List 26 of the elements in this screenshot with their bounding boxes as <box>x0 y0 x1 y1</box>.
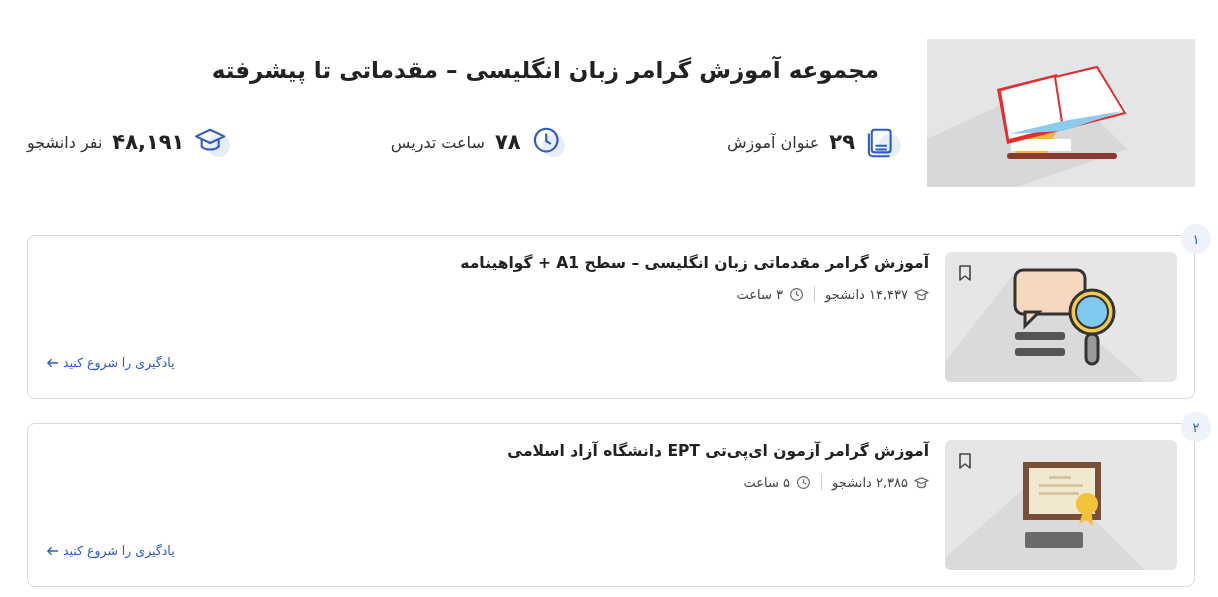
course-card[interactable]: آموزش گرامر مقدماتی زبان انگلیسی – سطح A1 + گواهینامه ۱۴,۴۳۷ دانشجو ۳ ساعت یادگیری را شروع کنید <box>27 235 1195 399</box>
stat-value: ۴۸,۱۹۱ <box>112 130 185 154</box>
start-learning-link[interactable]: یادگیری را شروع کنید <box>46 355 175 370</box>
stat-value: ۷۸ <box>494 130 521 154</box>
course-title[interactable]: آموزش گرامر مقدماتی زبان انگلیسی – سطح A1 + گواهینامه <box>46 254 929 272</box>
stat-label: عنوان آموزش <box>726 132 820 152</box>
collection-title: مجموعه آموزش گرامر زبان انگلیسی – مقدماتی تا پیشرفته <box>210 57 879 83</box>
stat-value: ۲۹ <box>829 130 855 154</box>
start-learning-link[interactable]: یادگیری را شروع کنید <box>46 543 175 558</box>
clock-icon <box>796 474 812 490</box>
bookmark-icon[interactable] <box>957 452 973 470</box>
course-number: ۲ <box>1181 412 1211 442</box>
course-title[interactable]: آموزش گرامر آزمون ای‌پی‌تی EPT دانشگاه آزاد اسلامی <box>46 442 929 460</box>
graduation-cap-icon <box>914 286 929 302</box>
course-duration: ۳ ساعت <box>736 286 784 302</box>
bookmark-icon[interactable] <box>957 264 973 282</box>
course-number: ۱ <box>1181 224 1211 254</box>
graduation-cap-icon <box>914 474 929 490</box>
arrow-left-icon <box>46 357 59 368</box>
stat-label: ساعت تدریس <box>390 132 485 152</box>
student-count: ۱۴,۴۳۷ دانشجو <box>825 286 908 302</box>
course-duration: ۵ ساعت <box>743 474 791 490</box>
clock-icon <box>789 286 805 302</box>
stat-label: نفر دانشجو <box>27 132 103 152</box>
arrow-left-icon <box>46 545 59 556</box>
student-count: ۲,۳۸۵ دانشجو <box>832 474 908 490</box>
